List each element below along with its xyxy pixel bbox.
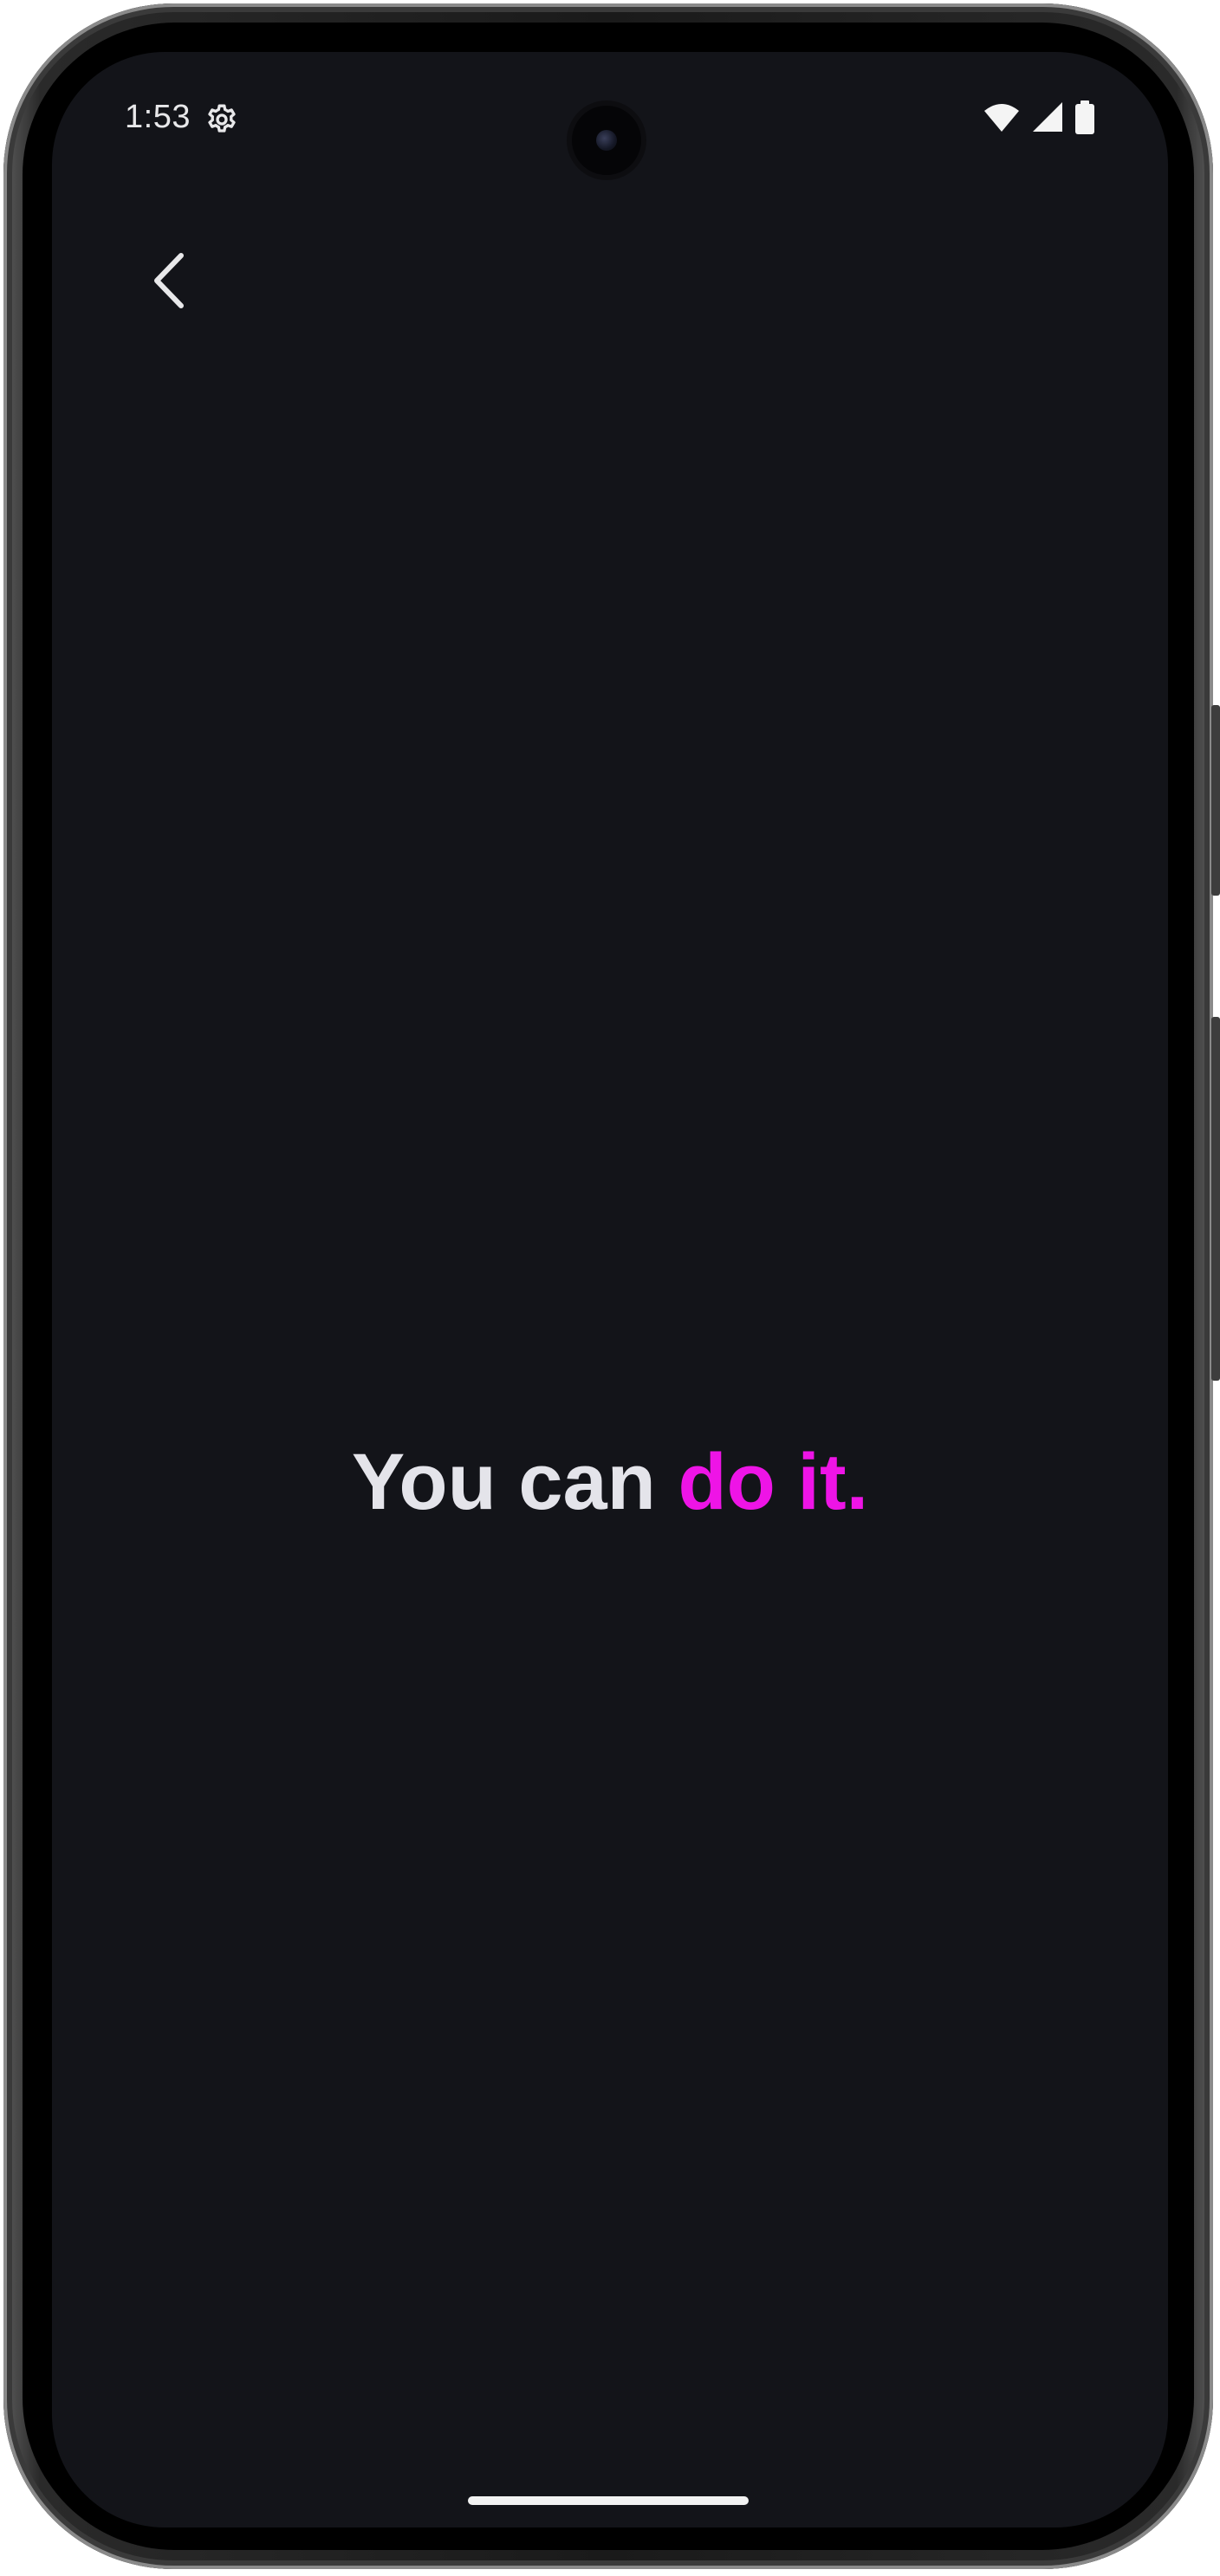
headline-accent-text: do it.	[678, 1438, 869, 1526]
back-button[interactable]	[128, 241, 211, 324]
power-button	[1211, 705, 1220, 896]
chevron-left-icon	[148, 250, 191, 315]
headline-text: You can	[351, 1438, 678, 1526]
battery-icon	[1074, 100, 1095, 139]
gear-icon	[204, 102, 239, 137]
front-camera	[572, 106, 641, 175]
status-bar: 1:53	[52, 52, 1168, 175]
status-icons	[983, 100, 1095, 139]
motivational-headline: You can do it.	[52, 1434, 1168, 1530]
status-time: 1:53	[125, 99, 191, 135]
wifi-icon	[983, 102, 1021, 138]
home-indicator[interactable]	[468, 2496, 749, 2505]
cellular-signal-icon	[1031, 101, 1064, 138]
app-screen: 1:53 You can do it.	[52, 52, 1168, 2527]
volume-rocker	[1211, 1017, 1220, 1381]
